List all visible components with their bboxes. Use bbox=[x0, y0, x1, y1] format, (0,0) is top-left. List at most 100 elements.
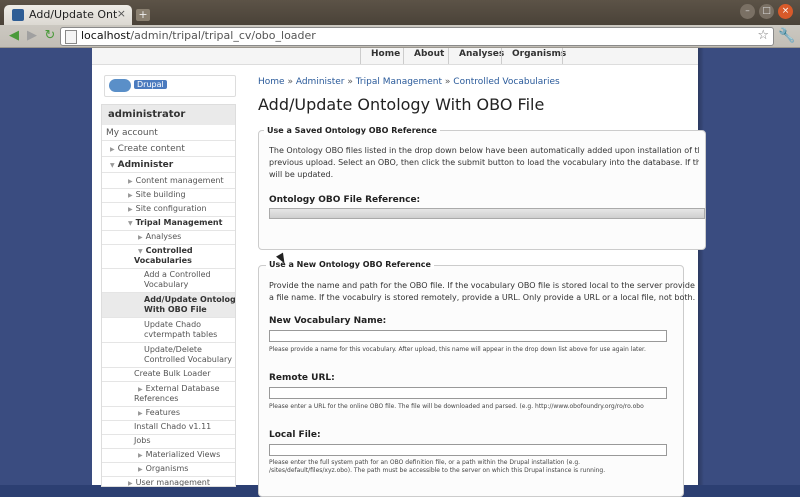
nav-organisms[interactable]: Organisms bbox=[512, 49, 566, 59]
sidebar-item-my-account[interactable]: My account bbox=[106, 128, 158, 138]
sidebar-item-site-configuration[interactable]: ▶ Site configuration bbox=[128, 204, 207, 215]
sidebar-item-label-cont: With OBO File bbox=[144, 305, 207, 314]
page-icon bbox=[65, 30, 77, 44]
vocab-name-input[interactable] bbox=[269, 330, 667, 342]
saved-obo-text-2: previous upload. Select an OBO, then cli… bbox=[269, 158, 699, 167]
chevron-down-icon: ▼ bbox=[110, 162, 115, 169]
chevron-right-icon: ▶ bbox=[138, 466, 143, 473]
drupal-logo[interactable]: Drupal bbox=[104, 75, 236, 97]
sidebar-item-install-chado[interactable]: Install Chado v1.11 bbox=[134, 422, 211, 432]
wrench-menu-icon[interactable]: 🔧 bbox=[778, 28, 795, 44]
chevron-right-icon: ▶ bbox=[138, 410, 143, 417]
local-file-input[interactable] bbox=[269, 444, 667, 456]
url-text: localhost/admin/tripal/tripal_cv/obo_loa… bbox=[81, 29, 316, 42]
vocab-name-desc: Please provide a name for this vocabular… bbox=[269, 346, 646, 353]
sidebar-item-update-cvtermpath[interactable]: Update Chado bbox=[144, 320, 201, 330]
sidebar-item-site-building[interactable]: ▶ Site building bbox=[128, 190, 186, 201]
local-file-label: Local File: bbox=[269, 430, 321, 440]
sidebar-item-label: Site building bbox=[135, 190, 186, 199]
sidebar-item-label: Administer bbox=[117, 160, 174, 170]
sidebar-item-organisms[interactable]: ▶ Organisms bbox=[138, 464, 188, 475]
sidebar-item-add-update-ontology[interactable]: Add/Update Ontology bbox=[144, 295, 235, 305]
new-obo-text-2: a file name. If the vocabulry is stored … bbox=[269, 293, 696, 302]
breadcrumb-tripal-management[interactable]: Tripal Management bbox=[356, 77, 442, 87]
vocab-name-label: New Vocabulary Name: bbox=[269, 316, 387, 326]
saved-obo-legend[interactable]: Use a Saved Ontology OBO Reference bbox=[264, 126, 440, 135]
browser-chrome: Add/Update Ontology... × + – □ × ◀ ▶ ↻ l… bbox=[0, 0, 800, 48]
breadcrumb-separator: » bbox=[444, 77, 451, 87]
chevron-right-icon: ▶ bbox=[138, 452, 143, 459]
chevron-right-icon: ▶ bbox=[110, 146, 115, 153]
nav-about[interactable]: About bbox=[414, 49, 444, 59]
sidebar-item-jobs[interactable]: Jobs bbox=[134, 436, 151, 446]
drupal-drop-icon bbox=[109, 79, 131, 92]
sidebar-item-tripal-management[interactable]: ▼ Tripal Management bbox=[128, 218, 222, 229]
sidebar-item-label: Site configuration bbox=[135, 204, 207, 213]
sidebar-item-analyses[interactable]: ▶ Analyses bbox=[138, 232, 181, 243]
browser-tab-active[interactable]: Add/Update Ontology... × bbox=[4, 5, 132, 25]
sidebar-item-materialized-views[interactable]: ▶ Materialized Views bbox=[138, 450, 220, 461]
breadcrumb-separator: » bbox=[347, 77, 353, 87]
new-tab-button[interactable]: + bbox=[136, 9, 150, 21]
sidebar-item-label-cont: Vocabularies bbox=[134, 256, 192, 265]
sidebar-item-label: Tripal Management bbox=[135, 218, 223, 227]
breadcrumb-home[interactable]: Home bbox=[258, 77, 285, 87]
chevron-right-icon: ▶ bbox=[138, 234, 143, 241]
close-window-icon[interactable]: × bbox=[778, 4, 793, 19]
local-file-desc-1: Please enter the full system path for an… bbox=[269, 459, 581, 466]
sidebar-item-label-cont: Vocabulary bbox=[144, 280, 189, 289]
sidebar-item-label: Materialized Views bbox=[145, 450, 221, 459]
back-button[interactable]: ◀ bbox=[6, 28, 22, 44]
logo-text: Drupal bbox=[134, 80, 167, 89]
tab-close-icon[interactable]: × bbox=[117, 7, 126, 20]
local-file-desc-2: /sites/default/files/xyz.obo). The path … bbox=[269, 467, 606, 474]
chevron-right-icon: ▶ bbox=[128, 178, 133, 185]
chevron-right-icon: ▶ bbox=[138, 386, 143, 393]
nav-home[interactable]: Home bbox=[371, 49, 400, 59]
sidebar-item-features[interactable]: ▶ Features bbox=[138, 408, 180, 419]
favicon-icon bbox=[12, 9, 24, 21]
maximize-icon[interactable]: □ bbox=[759, 4, 774, 19]
breadcrumb-controlled-vocabularies[interactable]: Controlled Vocabularies bbox=[453, 77, 559, 87]
chevron-down-icon: ▼ bbox=[138, 248, 143, 255]
sidebar-item-label: Organisms bbox=[145, 464, 189, 473]
chevron-right-icon: ▶ bbox=[128, 206, 133, 213]
sidebar-item-user-management[interactable]: ▶ User management bbox=[128, 478, 210, 487]
nav-analyses[interactable]: Analyses bbox=[459, 49, 504, 59]
sidebar-item-label: Content management bbox=[135, 176, 224, 185]
saved-obo-text-1: The Ontology OBO files listed in the dro… bbox=[269, 146, 699, 155]
tab-strip: Add/Update Ontology... × + – □ × bbox=[0, 0, 800, 25]
sidebar-item-create-bulk-loader[interactable]: Create Bulk Loader bbox=[134, 369, 210, 379]
sidebar-item-label: External Database bbox=[145, 384, 220, 393]
sidebar-item-label: User management bbox=[135, 478, 210, 487]
sidebar-item-administer[interactable]: ▼ Administer bbox=[110, 160, 173, 171]
breadcrumb-administer[interactable]: Administer bbox=[296, 77, 345, 87]
obo-reference-select[interactable] bbox=[269, 208, 705, 219]
chevron-down-icon: ▼ bbox=[128, 220, 133, 227]
sidebar-item-label: Features bbox=[145, 408, 181, 417]
remote-url-input[interactable] bbox=[269, 387, 667, 399]
sidebar-item-label: Analyses bbox=[145, 232, 182, 241]
sidebar-item-add-cv[interactable]: Add a Controlled bbox=[144, 270, 211, 280]
obo-reference-label: Ontology OBO File Reference: bbox=[269, 195, 421, 205]
sidebar-item-create-content[interactable]: ▶ Create content bbox=[110, 144, 185, 155]
saved-obo-text-3: will be updated. bbox=[269, 170, 334, 179]
remote-url-desc: Please enter a URL for the online OBO fi… bbox=[269, 403, 644, 410]
sidebar-item-content-management[interactable]: ▶ Content management bbox=[128, 176, 224, 187]
sidebar-item-label: Controlled bbox=[145, 246, 193, 255]
sidebar-username: administrator bbox=[108, 109, 186, 120]
forward-button[interactable]: ▶ bbox=[24, 28, 40, 44]
chevron-right-icon: ▶ bbox=[128, 192, 133, 199]
chevron-right-icon: ▶ bbox=[128, 480, 133, 487]
page-title: Add/Update Ontology With OBO File bbox=[258, 95, 545, 114]
bookmark-star-icon[interactable]: ☆ bbox=[757, 28, 769, 43]
breadcrumb: Home » Administer » Tripal Management » … bbox=[258, 77, 560, 87]
new-obo-legend[interactable]: Use a New Ontology OBO Reference bbox=[266, 260, 434, 269]
minimize-icon[interactable]: – bbox=[740, 4, 755, 19]
primary-nav: Home About Analyses Organisms bbox=[92, 48, 698, 65]
sidebar-item-update-delete-cv[interactable]: Update/Delete bbox=[144, 345, 202, 355]
new-obo-text-1: Provide the name and path for the OBO fi… bbox=[269, 281, 695, 290]
address-bar[interactable]: localhost/admin/tripal/tripal_cv/obo_loa… bbox=[60, 27, 774, 46]
reload-button[interactable]: ↻ bbox=[42, 28, 58, 44]
sidebar-user-header: administrator bbox=[102, 105, 235, 125]
